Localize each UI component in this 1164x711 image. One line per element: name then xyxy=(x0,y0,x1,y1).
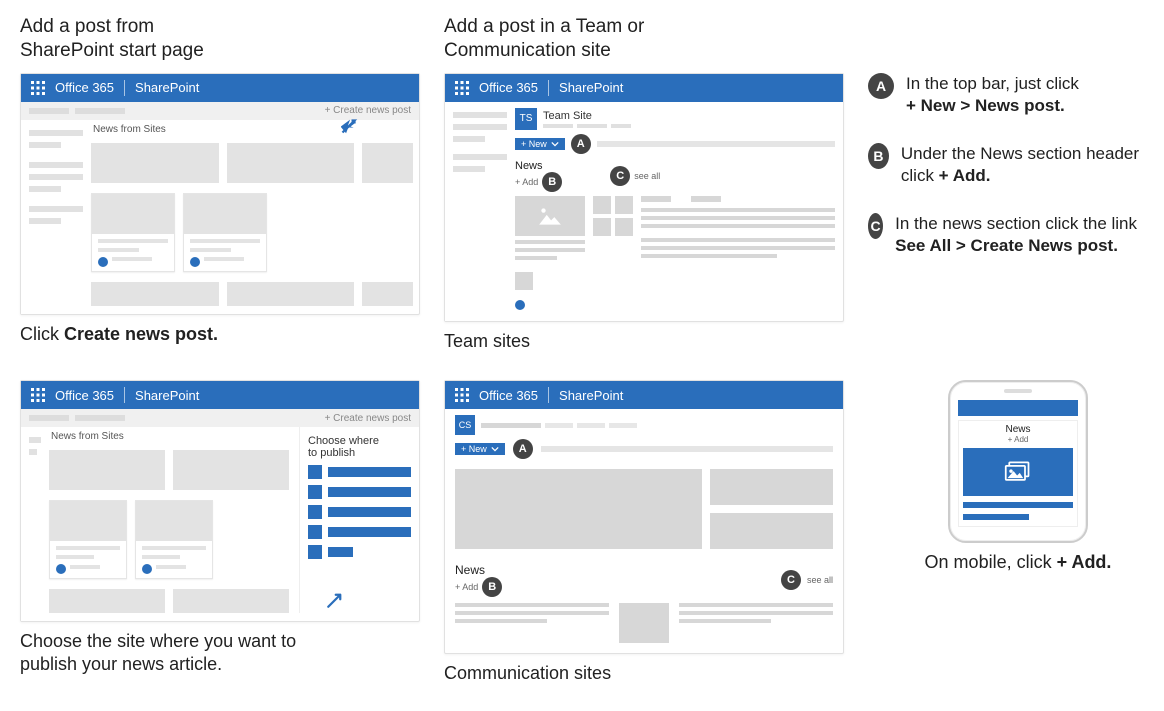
avatar-icon xyxy=(515,300,525,310)
app-launcher-icon[interactable] xyxy=(445,74,479,102)
panel-mobile: News + Add On mobile, click + Add. xyxy=(868,380,1164,685)
avatar-icon xyxy=(142,564,152,574)
new-button[interactable]: + New xyxy=(455,443,505,455)
suite-product: SharePoint xyxy=(559,80,623,95)
mock-comm-site: Office 365 SharePoint CS + New xyxy=(444,380,844,654)
heading-start: Add a post from SharePoint start page xyxy=(20,15,420,63)
callout-b: B Under the News section header click + … xyxy=(868,143,1164,187)
panel-callouts: A In the top bar, just click + New > New… xyxy=(868,15,1164,352)
left-nav xyxy=(445,102,515,321)
badge-b: B xyxy=(868,143,889,169)
chevron-down-icon xyxy=(551,140,559,148)
suite-brand: Office 365 xyxy=(55,80,114,95)
site-option[interactable] xyxy=(308,465,411,479)
app-launcher-icon[interactable] xyxy=(445,381,479,409)
cursor-icon xyxy=(326,591,344,609)
app-launcher-icon[interactable] xyxy=(21,381,55,409)
see-all-link[interactable]: see all xyxy=(807,575,833,585)
publish-panel-title: Choose where to publish xyxy=(308,435,411,459)
site-title: Team Site xyxy=(543,110,631,122)
image-placeholder-icon xyxy=(515,196,585,236)
chevron-down-icon xyxy=(491,445,499,453)
publish-panel: Choose where to publish xyxy=(299,427,419,613)
image-stack-icon xyxy=(963,448,1073,496)
panel-team-site: Add a post in a Team or Communication si… xyxy=(444,15,844,352)
left-nav xyxy=(21,120,91,314)
mock-start-page: Office 365 SharePoint + Create news post xyxy=(20,73,420,315)
news-card[interactable] xyxy=(91,193,175,272)
add-news-link[interactable]: + Add xyxy=(963,435,1073,444)
add-news-link[interactable]: + Add xyxy=(515,177,538,187)
command-bar: + Create news post xyxy=(21,102,419,120)
suite-product: SharePoint xyxy=(135,80,199,95)
avatar-icon xyxy=(56,564,66,574)
caption-choose: Choose the site where you want to publis… xyxy=(20,630,420,675)
create-news-post-link[interactable]: + Create news post xyxy=(325,105,411,116)
callout-c: C In the news section click the link See… xyxy=(868,213,1164,257)
mock-phone: News + Add xyxy=(948,380,1088,543)
caption-start: Click Create news post. xyxy=(20,323,420,346)
main-content: News from Sites xyxy=(49,427,419,621)
panel-start-page: Add a post from SharePoint start page Of… xyxy=(20,15,420,352)
badge-a: A xyxy=(571,134,591,154)
caption-mobile: On mobile, click + Add. xyxy=(868,551,1164,574)
avatar-icon xyxy=(190,257,200,267)
mock-choose: Office 365 SharePoint + Create news post xyxy=(20,380,420,622)
site-option[interactable] xyxy=(308,545,411,559)
new-button[interactable]: + New xyxy=(515,138,565,150)
see-all-link[interactable]: see all xyxy=(634,171,660,181)
news-card[interactable] xyxy=(49,500,127,579)
heading-team-comm: Add a post in a Team or Communication si… xyxy=(444,15,844,63)
avatar-icon xyxy=(98,257,108,267)
site-logo: TS xyxy=(515,108,537,130)
divider xyxy=(124,80,125,96)
panel-comm-site: Office 365 SharePoint CS + New xyxy=(444,380,844,685)
callout-a: A In the top bar, just click + New > New… xyxy=(868,73,1164,117)
badge-c: C xyxy=(610,166,630,186)
create-news-post-link[interactable]: + Create news post xyxy=(325,413,411,424)
badge-a: A xyxy=(868,73,894,99)
news-from-sites-heading: News from Sites xyxy=(49,427,289,444)
left-nav xyxy=(21,427,49,621)
news-heading: News xyxy=(515,160,562,172)
app-launcher-icon[interactable] xyxy=(21,74,55,102)
badge-b: B xyxy=(482,577,502,597)
news-card[interactable] xyxy=(135,500,213,579)
suite-bar: Office 365 SharePoint xyxy=(21,381,419,409)
suite-bar: Office 365 SharePoint xyxy=(21,74,419,102)
site-logo: CS xyxy=(455,415,475,435)
command-bar: + Create news post xyxy=(21,409,419,427)
suite-brand: Office 365 xyxy=(479,80,538,95)
site-option[interactable] xyxy=(308,505,411,519)
image-placeholder xyxy=(619,603,669,643)
add-news-link[interactable]: + Add xyxy=(455,582,478,592)
caption-comm: Communication sites xyxy=(444,662,844,685)
badge-c: C xyxy=(781,570,801,590)
panel-choose: Office 365 SharePoint + Create news post xyxy=(20,380,420,685)
site-option[interactable] xyxy=(308,485,411,499)
mock-team-site: Office 365 SharePoint TS Team Site xyxy=(444,73,844,322)
badge-c: C xyxy=(868,213,883,239)
news-card[interactable] xyxy=(183,193,267,272)
badge-a: A xyxy=(513,439,533,459)
main-content: News from Sites xyxy=(91,120,419,314)
suite-bar: Office 365 SharePoint xyxy=(445,381,843,409)
suite-bar: Office 365 SharePoint xyxy=(445,74,843,102)
news-heading: News xyxy=(963,424,1073,435)
news-from-sites-heading: News from Sites xyxy=(91,120,413,137)
suite-bar xyxy=(958,400,1078,416)
badge-b: B xyxy=(542,172,562,192)
caption-team: Team sites xyxy=(444,330,844,353)
news-heading: News xyxy=(455,563,510,577)
site-option[interactable] xyxy=(308,525,411,539)
main-content: TS Team Site + New xyxy=(515,102,843,321)
hero xyxy=(445,459,843,559)
